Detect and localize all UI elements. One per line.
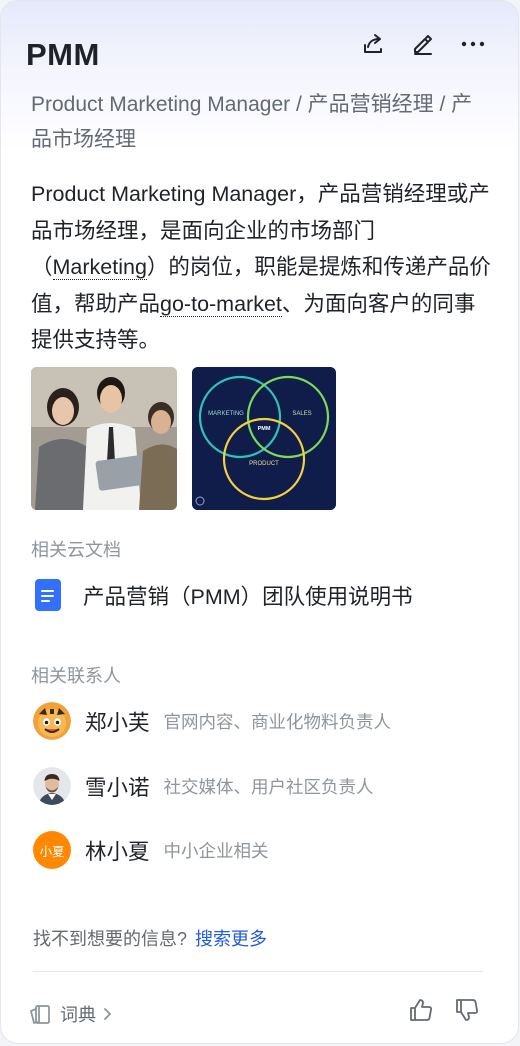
term-description: Product Marketing Manager，产品营销经理或产品市场经理，… (31, 176, 491, 359)
keyword-link-marketing[interactable]: Marketing (52, 255, 147, 280)
contact-name: 林小夏 (85, 839, 150, 864)
thumbs-down-icon[interactable] (454, 997, 480, 1023)
divider (33, 971, 483, 972)
feedback-actions (408, 997, 480, 1023)
related-contacts-label: 相关联系人 (31, 666, 121, 686)
venn-label-center: PMM (258, 426, 271, 432)
dictionary-icon (28, 1003, 52, 1025)
contact-role: 中小企业相关 (163, 840, 269, 861)
header-actions (360, 31, 486, 57)
contact-role: 官网内容、商业化物料负责人 (163, 711, 392, 732)
pmm-venn-diagram-thumbnail[interactable]: MARKETING SALES PRODUCT PMM (192, 367, 336, 510)
related-docs-label: 相关云文档 (31, 540, 121, 560)
avatar (33, 767, 71, 805)
term-title: PMM (26, 37, 100, 72)
related-doc-title: 产品营销（PMM）团队使用说明书 (83, 584, 413, 609)
image-gallery: MARKETING SALES PRODUCT PMM (31, 367, 336, 510)
contact-item[interactable]: 小夏 林小夏 中小企业相关 (33, 831, 269, 869)
share-icon[interactable] (360, 31, 386, 57)
avatar (33, 702, 71, 740)
contact-name: 雪小诺 (85, 775, 150, 800)
contact-role: 社交媒体、用户社区负责人 (163, 776, 374, 797)
doc-icon (35, 579, 61, 611)
more-icon[interactable] (460, 31, 486, 57)
contact-item[interactable]: 郑小芙 官网内容、商业化物料负责人 (33, 702, 391, 740)
keyword-link-go-to-market[interactable]: go-to-market (160, 291, 282, 317)
dictionary-link[interactable]: 词典 (28, 1001, 112, 1027)
edit-icon[interactable] (410, 31, 436, 57)
dictionary-label: 词典 (60, 1005, 96, 1025)
not-found-prompt: 找不到想要的信息? 搜索更多 (33, 925, 267, 951)
contact-item[interactable]: 雪小诺 社交媒体、用户社区负责人 (33, 767, 374, 805)
venn-label-product: PRODUCT (249, 461, 279, 467)
avatar-initials: 小夏 (39, 844, 65, 859)
term-subtitle: Product Marketing Manager / 产品营销经理 / 产品市… (31, 93, 473, 151)
team-photo-thumbnail[interactable] (31, 367, 177, 510)
thumbs-up-icon[interactable] (408, 997, 434, 1023)
venn-label-marketing: MARKETING (208, 411, 244, 417)
venn-label-sales: SALES (292, 411, 311, 417)
glossary-card: PMM Product Marketing Manager / 产品营销经理 /… (0, 0, 519, 1044)
search-more-link[interactable]: 搜索更多 (195, 929, 267, 949)
related-doc-item[interactable]: 产品营销（PMM）团队使用说明书 (35, 579, 413, 611)
not-found-text: 找不到想要的信息? (33, 929, 188, 949)
contact-name: 郑小芙 (85, 710, 150, 735)
avatar: 小夏 (33, 831, 71, 869)
chevron-right-icon (102, 1007, 112, 1021)
